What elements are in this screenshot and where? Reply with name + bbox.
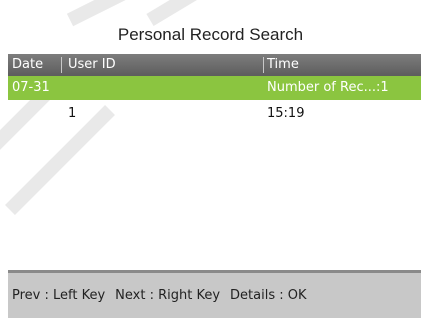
column-header-time: Time (267, 57, 299, 72)
key-hint-bar: Prev : Left Key Next : Right Key Details… (8, 270, 421, 318)
prev-key-hint: Prev : Left Key (12, 288, 106, 303)
row-date: 07-31 (12, 80, 50, 95)
column-divider (263, 57, 264, 73)
row-time: Number of Rec...:1 (267, 80, 389, 95)
page-title: Personal Record Search (117, 25, 304, 44)
row-time: 15:19 (267, 106, 305, 121)
table-header: Date User ID Time (8, 54, 421, 76)
record-search-screen: Personal Record Search Date User ID Time… (0, 0, 421, 318)
row-user-id: 1 (68, 106, 77, 121)
column-header-user-id: User ID (68, 57, 116, 72)
table-row[interactable]: 1 15:19 (8, 102, 421, 126)
column-divider (61, 57, 62, 73)
table-row[interactable]: 07-31 Number of Rec...:1 (8, 76, 421, 100)
details-key-hint: Details : OK (230, 288, 307, 303)
next-key-hint: Next : Right Key (115, 288, 221, 303)
column-header-date: Date (12, 57, 44, 72)
